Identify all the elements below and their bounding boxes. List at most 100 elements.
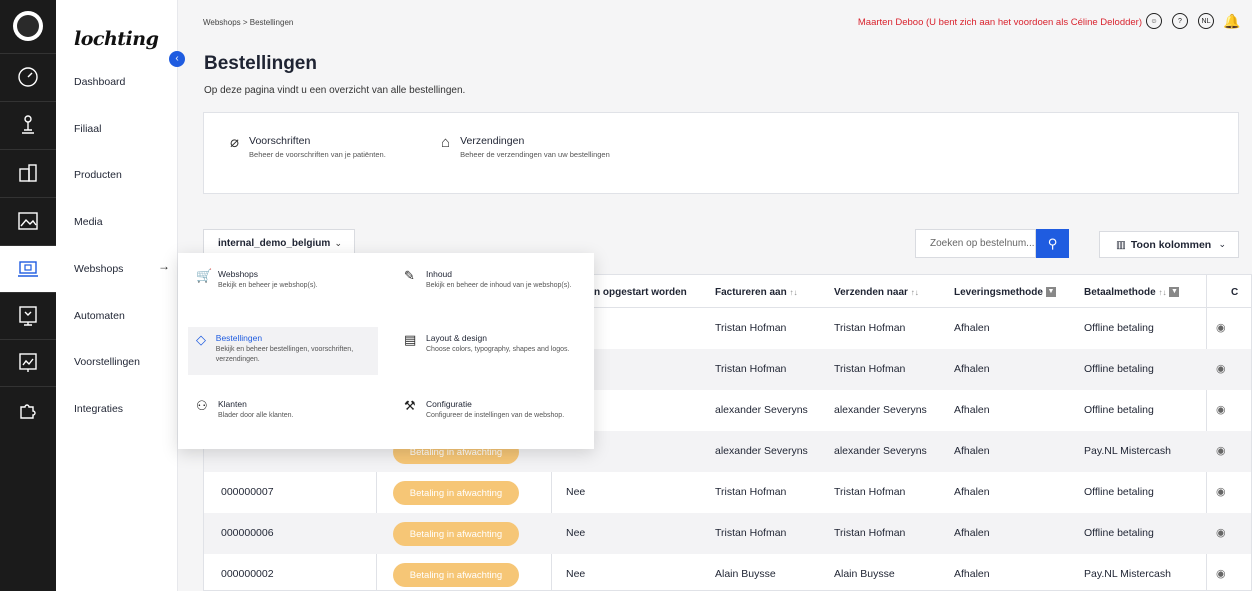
sidebar-item-automaten[interactable]: Automaten [74, 310, 125, 322]
table-row[interactable]: 000000006 Betaling in afwachting Nee Tri… [204, 513, 1251, 554]
products-icon[interactable] [0, 149, 56, 196]
table-row[interactable]: 000000007 Betaling in afwachting Nee Tri… [204, 472, 1251, 513]
filter-icon[interactable]: ▼ [1045, 287, 1056, 298]
delivery-cell: Afhalen [954, 486, 990, 498]
eye-icon[interactable]: ◉ [1216, 567, 1226, 580]
column-header-label: Leveringsmethode [954, 287, 1043, 298]
menu-item-configuratie[interactable]: ⚒ Configuratie Configureer de instellinge… [396, 393, 586, 441]
menu-item-webshops[interactable]: 🛒 Webshops Bekijk en beheer je webshop(s)… [188, 263, 378, 311]
branch-icon[interactable] [0, 101, 56, 148]
order-number-cell[interactable]: 000000007 [221, 486, 274, 498]
payment-cell: Pay.NL Mistercash [1084, 445, 1171, 457]
user-icon[interactable]: ☺ [1146, 13, 1162, 29]
quicklink-title: Verzendingen [460, 135, 525, 147]
eye-icon[interactable]: ◉ [1216, 526, 1226, 539]
delivery-cell: Afhalen [954, 322, 990, 334]
app-logo[interactable] [13, 11, 43, 41]
gift-icon: ⌂ [441, 134, 451, 151]
breadcrumb[interactable]: Webshops > Bestellingen [203, 18, 293, 27]
shipping-cell: Alain Buysse [834, 568, 895, 580]
sidebar-item-voorstellingen[interactable]: Voorstellingen [74, 356, 140, 368]
sort-icon[interactable]: ↑↓ [1158, 288, 1166, 297]
table-row[interactable]: 000000002 Betaling in afwachting Nee Ala… [204, 554, 1251, 590]
impersonation-notice[interactable]: Maarten Deboo (U bent zich aan het voord… [858, 17, 1142, 28]
billing-cell: alexander Severyns [715, 445, 808, 457]
page-title: Bestellingen [204, 53, 317, 74]
help-icon[interactable]: ? [1172, 13, 1188, 29]
eye-icon[interactable]: ◉ [1216, 362, 1226, 375]
eye-icon[interactable]: ◉ [1216, 321, 1226, 334]
shipping-cell: Tristan Hofman [834, 322, 906, 334]
dashboard-icon[interactable] [0, 53, 56, 100]
column-header-label: Betaalmethode [1084, 287, 1156, 298]
icon-rail [0, 0, 56, 591]
webshop-icon[interactable] [0, 245, 56, 292]
menu-item-klanten[interactable]: ⚇ Klanten Blader door alle klanten. [188, 393, 378, 441]
media-icon[interactable] [0, 197, 56, 244]
quicklink-desc: Beheer de verzendingen van uw bestelling… [460, 150, 610, 159]
delivery-cell: Afhalen [954, 527, 990, 539]
eye-icon[interactable]: ◉ [1216, 485, 1226, 498]
quicklinks-panel: ⌀ Voorschriften Beheer de voorschriften … [203, 112, 1239, 194]
sidebar-item-filiaal[interactable]: Filiaal [74, 123, 101, 135]
status-badge: Betaling in afwachting [393, 481, 519, 505]
notification-icon[interactable]: 🔔 [1223, 13, 1240, 29]
shipping-cell: alexander Severyns [834, 445, 927, 457]
menu-item-title: Webshops [218, 269, 259, 279]
billing-cell: Tristan Hofman [715, 363, 787, 375]
collapse-sidebar-icon[interactable]: ‹ [169, 51, 185, 67]
diamond-icon: ◇ [196, 332, 206, 347]
menu-item-inhoud[interactable]: ✎ Inhoud Bekijk en beheer de inhoud van j… [396, 263, 586, 311]
webshops-submenu: 🛒 Webshops Bekijk en beheer je webshop(s)… [178, 253, 594, 449]
eye-icon[interactable]: ◉ [1216, 403, 1226, 416]
columns-button[interactable]: ▥ Toon kolommen ⌄ [1099, 231, 1239, 258]
topbar: Webshops > Bestellingen Maarten Deboo (U… [178, 0, 1252, 46]
delivery-cell: Afhalen [954, 445, 990, 457]
tools-icon: ⚒ [404, 398, 416, 413]
filter-icon[interactable]: ▼ [1169, 287, 1180, 298]
sidebar-item-webshops[interactable]: Webshops [74, 263, 123, 275]
search-icon: ⚲ [1047, 235, 1058, 251]
shipping-cell: Tristan Hofman [834, 527, 906, 539]
sidebar-item-integraties[interactable]: Integraties [74, 403, 123, 415]
payment-cell: Pay.NL Mistercash [1084, 568, 1171, 580]
column-header-billing[interactable]: Factureren aan ↑↓ [715, 287, 797, 298]
layout-icon: ▤ [404, 332, 417, 347]
webshop-select-value: internal_demo_belgium [218, 238, 331, 249]
sort-icon[interactable]: ↑↓ [911, 288, 919, 297]
columns-icon: ▥ [1116, 238, 1126, 251]
payment-cell: Offline betaling [1084, 486, 1154, 498]
sidebar-item-producten[interactable]: Producten [74, 169, 122, 181]
menu-item-title: Bestellingen [215, 333, 263, 343]
brand-logo: lochting [74, 28, 159, 50]
menu-item-bestellingen[interactable]: ◇ Bestellingen Bekijk en beheer bestellin… [188, 327, 378, 375]
quicklink-title: Voorschriften [249, 135, 311, 147]
order-number-cell[interactable]: 000000006 [221, 527, 274, 539]
menu-item-desc: Bekijk en beheer je webshop(s). [218, 282, 318, 289]
sort-icon[interactable]: ↑↓ [789, 288, 797, 297]
quicklink-verzendingen[interactable]: ⌂ Verzendingen Beheer de verzendingen va… [441, 135, 610, 159]
shipping-cell: alexander Severyns [834, 404, 927, 416]
presentation-icon[interactable] [0, 339, 56, 386]
language-icon[interactable]: NL [1198, 13, 1214, 29]
search-button[interactable]: ⚲ [1036, 229, 1069, 258]
column-header-delivery[interactable]: Leveringsmethode ▼ [954, 287, 1056, 298]
column-header-payment[interactable]: Betaalmethode ↑↓ ▼ [1084, 287, 1180, 298]
payment-cell: Offline betaling [1084, 363, 1154, 375]
billing-cell: Tristan Hofman [715, 486, 787, 498]
sidebar-item-media[interactable]: Media [74, 216, 103, 228]
puzzle-icon[interactable] [0, 386, 56, 433]
sidebar-item-dashboard[interactable]: Dashboard [74, 76, 125, 88]
column-header-shipping[interactable]: Verzenden naar ↑↓ [834, 287, 919, 298]
chevron-down-icon: ⌄ [1218, 239, 1226, 249]
column-header-started[interactable]: n opgestart worden [594, 287, 687, 298]
automat-icon[interactable] [0, 292, 56, 339]
order-number-cell[interactable]: 000000002 [221, 568, 274, 580]
menu-item-title: Inhoud [426, 269, 452, 279]
column-header-extra[interactable]: C [1231, 287, 1238, 298]
search-input[interactable]: Zoeken op bestelnum... [915, 229, 1036, 258]
menu-item-desc: Blader door alle klanten. [218, 412, 294, 419]
menu-item-layout-design[interactable]: ▤ Layout & design Choose colors, typograp… [396, 327, 586, 375]
quicklink-voorschriften[interactable]: ⌀ Voorschriften Beheer de voorschriften … [230, 135, 386, 159]
eye-icon[interactable]: ◉ [1216, 444, 1226, 457]
